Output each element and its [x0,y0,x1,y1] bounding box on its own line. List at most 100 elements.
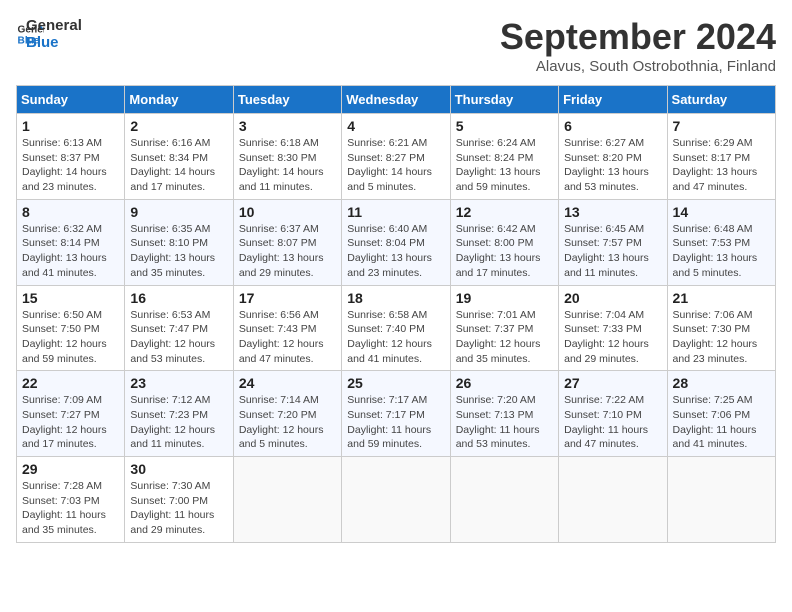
day-detail: Sunrise: 6:21 AM Sunset: 8:27 PM Dayligh… [347,136,444,195]
day-number: 28 [673,375,770,391]
day-number: 24 [239,375,336,391]
day-detail: Sunrise: 6:53 AM Sunset: 7:47 PM Dayligh… [130,308,227,367]
day-number: 7 [673,118,770,134]
calendar-cell: 18 Sunrise: 6:58 AM Sunset: 7:40 PM Dayli… [342,285,450,371]
day-number: 19 [456,290,553,306]
day-number: 1 [22,118,119,134]
calendar-week-row: 8 Sunrise: 6:32 AM Sunset: 8:14 PM Daylig… [17,199,776,285]
weekday-header-tuesday: Tuesday [233,86,341,114]
calendar-cell: 5 Sunrise: 6:24 AM Sunset: 8:24 PM Daylig… [450,114,558,200]
day-detail: Sunrise: 7:09 AM Sunset: 7:27 PM Dayligh… [22,393,119,452]
day-number: 26 [456,375,553,391]
calendar-cell: 9 Sunrise: 6:35 AM Sunset: 8:10 PM Daylig… [125,199,233,285]
day-number: 2 [130,118,227,134]
calendar-cell: 30Sunrise: 7:30 AM Sunset: 7:00 PM Dayli… [125,457,233,543]
weekday-header-row: SundayMondayTuesdayWednesdayThursdayFrid… [17,86,776,114]
calendar-cell: 12 Sunrise: 6:42 AM Sunset: 8:00 PM Dayli… [450,199,558,285]
day-detail: Sunrise: 6:18 AM Sunset: 8:30 PM Dayligh… [239,136,336,195]
day-detail: Sunrise: 6:42 AM Sunset: 8:00 PM Dayligh… [456,222,553,281]
calendar-subtitle: Alavus, South Ostrobothnia, Finland [500,58,776,75]
day-detail: Sunrise: 7:01 AM Sunset: 7:37 PM Dayligh… [456,308,553,367]
calendar-cell: 10 Sunrise: 6:37 AM Sunset: 8:07 PM Dayli… [233,199,341,285]
day-number: 8 [22,204,119,220]
calendar-table: SundayMondayTuesdayWednesdayThursdayFrid… [16,85,776,543]
calendar-cell [667,457,775,543]
day-detail: Sunrise: 7:17 AM Sunset: 7:17 PM Dayligh… [347,393,444,452]
day-number: 14 [673,204,770,220]
calendar-week-row: 29 Sunrise: 7:28 AM Sunset: 7:03 PM Dayli… [17,457,776,543]
calendar-cell: 8 Sunrise: 6:32 AM Sunset: 8:14 PM Daylig… [17,199,125,285]
day-number: 22 [22,375,119,391]
logo-line2: Blue [26,35,82,52]
calendar-cell: 28 Sunrise: 7:25 AM Sunset: 7:06 PM Dayli… [667,371,775,457]
weekday-header-thursday: Thursday [450,86,558,114]
calendar-cell [233,457,341,543]
day-number: 20 [564,290,661,306]
calendar-cell: 29 Sunrise: 7:28 AM Sunset: 7:03 PM Dayli… [17,457,125,543]
calendar-cell [559,457,667,543]
calendar-cell: 25 Sunrise: 7:17 AM Sunset: 7:17 PM Dayli… [342,371,450,457]
day-detail: Sunrise: 7:14 AM Sunset: 7:20 PM Dayligh… [239,393,336,452]
page-header: General Blue General Blue September 2024… [16,16,776,75]
calendar-cell: 24 Sunrise: 7:14 AM Sunset: 7:20 PM Dayli… [233,371,341,457]
day-number: 4 [347,118,444,134]
day-number: 5 [456,118,553,134]
calendar-cell: 3 Sunrise: 6:18 AM Sunset: 8:30 PM Daylig… [233,114,341,200]
day-number: 23 [130,375,227,391]
calendar-cell [342,457,450,543]
calendar-cell: 16 Sunrise: 6:53 AM Sunset: 7:47 PM Dayli… [125,285,233,371]
day-number: 29 [22,461,119,477]
calendar-cell: 7 Sunrise: 6:29 AM Sunset: 8:17 PM Daylig… [667,114,775,200]
day-number: 3 [239,118,336,134]
calendar-cell: 14 Sunrise: 6:48 AM Sunset: 7:53 PM Dayli… [667,199,775,285]
day-number: 12 [456,204,553,220]
day-detail: Sunrise: 6:48 AM Sunset: 7:53 PM Dayligh… [673,222,770,281]
calendar-cell: 2 Sunrise: 6:16 AM Sunset: 8:34 PM Daylig… [125,114,233,200]
calendar-cell: 4 Sunrise: 6:21 AM Sunset: 8:27 PM Daylig… [342,114,450,200]
day-detail: Sunrise: 6:50 AM Sunset: 7:50 PM Dayligh… [22,308,119,367]
day-number: 13 [564,204,661,220]
day-detail: Sunrise: 6:58 AM Sunset: 7:40 PM Dayligh… [347,308,444,367]
day-detail: Sunrise: 6:16 AM Sunset: 8:34 PM Dayligh… [130,136,227,195]
calendar-week-row: 22 Sunrise: 7:09 AM Sunset: 7:27 PM Dayli… [17,371,776,457]
day-number: 6 [564,118,661,134]
calendar-cell: 26Sunrise: 7:20 AM Sunset: 7:13 PM Dayli… [450,371,558,457]
day-number: 18 [347,290,444,306]
day-detail: Sunrise: 7:04 AM Sunset: 7:33 PM Dayligh… [564,308,661,367]
day-detail: Sunrise: 7:06 AM Sunset: 7:30 PM Dayligh… [673,308,770,367]
day-detail: Sunrise: 6:27 AM Sunset: 8:20 PM Dayligh… [564,136,661,195]
day-detail: Sunrise: 6:35 AM Sunset: 8:10 PM Dayligh… [130,222,227,281]
weekday-header-monday: Monday [125,86,233,114]
day-detail: Sunrise: 6:29 AM Sunset: 8:17 PM Dayligh… [673,136,770,195]
calendar-title: September 2024 [500,16,776,58]
day-number: 27 [564,375,661,391]
day-detail: Sunrise: 7:12 AM Sunset: 7:23 PM Dayligh… [130,393,227,452]
weekday-header-wednesday: Wednesday [342,86,450,114]
calendar-cell [450,457,558,543]
weekday-header-sunday: Sunday [17,86,125,114]
day-detail: Sunrise: 6:37 AM Sunset: 8:07 PM Dayligh… [239,222,336,281]
day-number: 10 [239,204,336,220]
calendar-cell: 22 Sunrise: 7:09 AM Sunset: 7:27 PM Dayli… [17,371,125,457]
weekday-header-friday: Friday [559,86,667,114]
day-number: 17 [239,290,336,306]
day-number: 9 [130,204,227,220]
weekday-header-saturday: Saturday [667,86,775,114]
day-detail: Sunrise: 7:25 AM Sunset: 7:06 PM Dayligh… [673,393,770,452]
calendar-cell: 1Sunrise: 6:13 AM Sunset: 8:37 PM Daylig… [17,114,125,200]
day-number: 21 [673,290,770,306]
day-number: 30 [130,461,227,477]
calendar-cell: 17Sunrise: 6:56 AM Sunset: 7:43 PM Dayli… [233,285,341,371]
day-detail: Sunrise: 7:28 AM Sunset: 7:03 PM Dayligh… [22,479,119,538]
day-number: 11 [347,204,444,220]
day-detail: Sunrise: 6:32 AM Sunset: 8:14 PM Dayligh… [22,222,119,281]
calendar-cell: 19 Sunrise: 7:01 AM Sunset: 7:37 PM Dayli… [450,285,558,371]
title-area: September 2024 Alavus, South Ostrobothni… [500,16,776,75]
day-number: 16 [130,290,227,306]
calendar-cell: 13Sunrise: 6:45 AM Sunset: 7:57 PM Dayli… [559,199,667,285]
logo-line1: General [26,18,82,35]
calendar-cell: 20 Sunrise: 7:04 AM Sunset: 7:33 PM Dayli… [559,285,667,371]
day-detail: Sunrise: 6:24 AM Sunset: 8:24 PM Dayligh… [456,136,553,195]
calendar-cell: 23 Sunrise: 7:12 AM Sunset: 7:23 PM Dayli… [125,371,233,457]
day-number: 25 [347,375,444,391]
